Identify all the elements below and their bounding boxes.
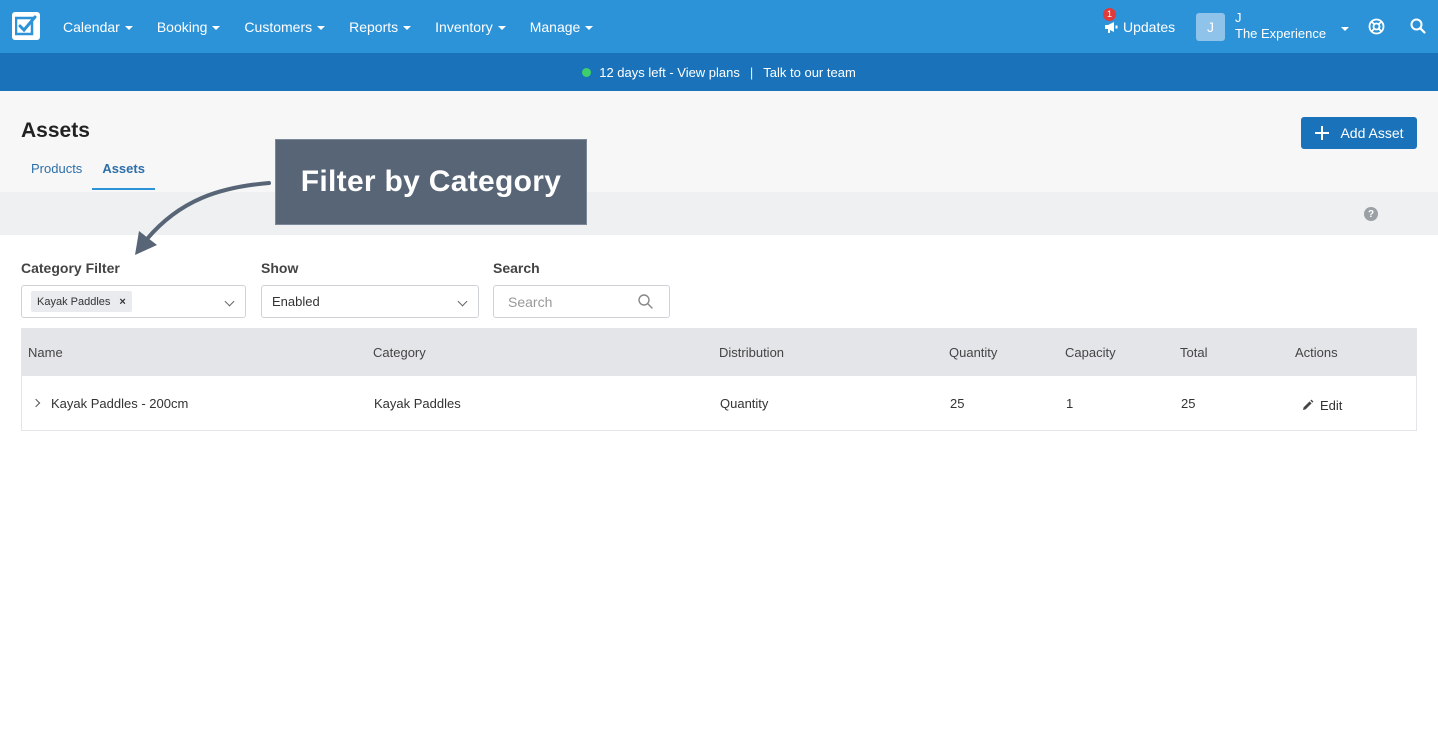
search-icon <box>638 294 653 309</box>
column-header-quantity: Quantity <box>949 344 998 360</box>
company-name: The Experience <box>1235 26 1327 41</box>
page-title: Assets <box>21 119 90 142</box>
category-chip: Kayak Paddles × <box>31 291 132 312</box>
chevron-down-icon <box>457 296 468 307</box>
caret-down-icon <box>497 25 506 30</box>
row-name-cell: Kayak Paddles - 200cm <box>31 376 189 430</box>
caret-down-icon <box>124 25 133 30</box>
search-icon[interactable] <box>1410 18 1426 34</box>
show-label: Show <box>261 260 299 276</box>
row-total: 25 <box>1181 395 1196 411</box>
nav-inventory[interactable]: Inventory <box>435 19 506 35</box>
user-menu[interactable]: J The Experience <box>1235 10 1326 42</box>
help-icon[interactable]: ? <box>1364 207 1378 221</box>
search-label: Search <box>493 260 540 276</box>
user-menu-caret-icon[interactable] <box>1341 27 1349 31</box>
caret-down-icon <box>212 25 221 30</box>
column-header-name: Name <box>28 344 63 360</box>
trial-banner: 12 days left - View plans | Talk to our … <box>0 53 1438 91</box>
nav-reports[interactable]: Reports <box>349 18 412 35</box>
chevron-right-icon[interactable] <box>31 398 41 408</box>
asset-name: Kayak Paddles - 200cm <box>51 395 189 411</box>
column-header-actions: Actions <box>1295 344 1338 360</box>
nav-customers[interactable]: Customers <box>244 18 326 35</box>
column-header-distribution: Distribution <box>719 344 785 360</box>
edit-button[interactable]: Edit <box>1301 378 1342 432</box>
category-chip-label: Kayak Paddles <box>37 295 111 308</box>
view-plans-link[interactable]: 12 days left - View plans <box>599 65 740 80</box>
row-capacity: 1 <box>1066 395 1074 411</box>
nav-booking[interactable]: Booking <box>157 19 221 35</box>
app-logo[interactable] <box>12 12 40 40</box>
row-distribution: Quantity <box>720 395 769 411</box>
assets-table: Name Category Distribution Quantity Capa… <box>21 328 1417 431</box>
table-header: Name Category Distribution Quantity Capa… <box>21 328 1417 376</box>
show-select[interactable]: Enabled <box>261 285 479 318</box>
nav-reports-label: Reports <box>349 18 399 35</box>
avatar[interactable]: J <box>1196 13 1225 41</box>
chevron-down-icon <box>224 296 235 307</box>
search-placeholder: Search <box>508 293 553 310</box>
talk-to-team-link[interactable]: Talk to our team <box>763 65 856 80</box>
top-navbar: Calendar Booking Customers Reports Inven… <box>0 0 1438 53</box>
nav-manage-label: Manage <box>529 18 581 35</box>
megaphone-icon <box>1105 21 1118 33</box>
pencil-icon <box>1303 399 1314 410</box>
column-header-category: Category <box>373 344 426 360</box>
show-select-value: Enabled <box>272 294 320 309</box>
nav-calendar-label: Calendar <box>63 18 120 35</box>
tab-products[interactable]: Products <box>21 157 92 190</box>
checkmark-icon <box>15 15 37 36</box>
caret-down-icon <box>403 25 412 30</box>
caret-down-icon <box>317 25 326 30</box>
nav-calendar[interactable]: Calendar <box>63 19 133 35</box>
category-filter-label: Category Filter <box>21 260 120 276</box>
caret-down-icon <box>585 25 594 30</box>
annotation-callout: Filter by Category <box>275 139 587 225</box>
row-category: Kayak Paddles <box>374 395 461 411</box>
banner-separator: | <box>749 64 754 80</box>
nav-customers-label: Customers <box>244 18 313 35</box>
row-quantity: 25 <box>950 395 965 411</box>
nav-manage[interactable]: Manage <box>530 19 594 35</box>
table-row: Kayak Paddles - 200cm Kayak Paddles Quan… <box>21 376 1417 431</box>
category-filter-select[interactable]: Kayak Paddles × <box>21 285 246 318</box>
annotation-arrow-icon <box>135 181 271 255</box>
nav-inventory-label: Inventory <box>435 18 493 35</box>
user-name: J <box>1235 10 1242 25</box>
lifebuoy-icon[interactable] <box>1368 18 1385 35</box>
column-header-capacity: Capacity <box>1065 344 1116 360</box>
edit-label: Edit <box>1320 397 1343 413</box>
status-dot-icon <box>582 67 592 77</box>
updates-badge: 1 <box>1103 8 1116 21</box>
add-asset-label: Add Asset <box>1340 125 1404 141</box>
chip-remove-icon[interactable]: × <box>119 296 125 308</box>
nav-booking-label: Booking <box>156 18 208 35</box>
updates-button[interactable]: Updates 1 <box>1103 0 1175 53</box>
column-header-total: Total <box>1180 344 1208 360</box>
search-input[interactable]: Search <box>493 285 670 318</box>
plus-icon <box>1315 126 1330 140</box>
updates-label: Updates <box>1123 18 1176 35</box>
add-asset-button[interactable]: Add Asset <box>1301 117 1417 149</box>
